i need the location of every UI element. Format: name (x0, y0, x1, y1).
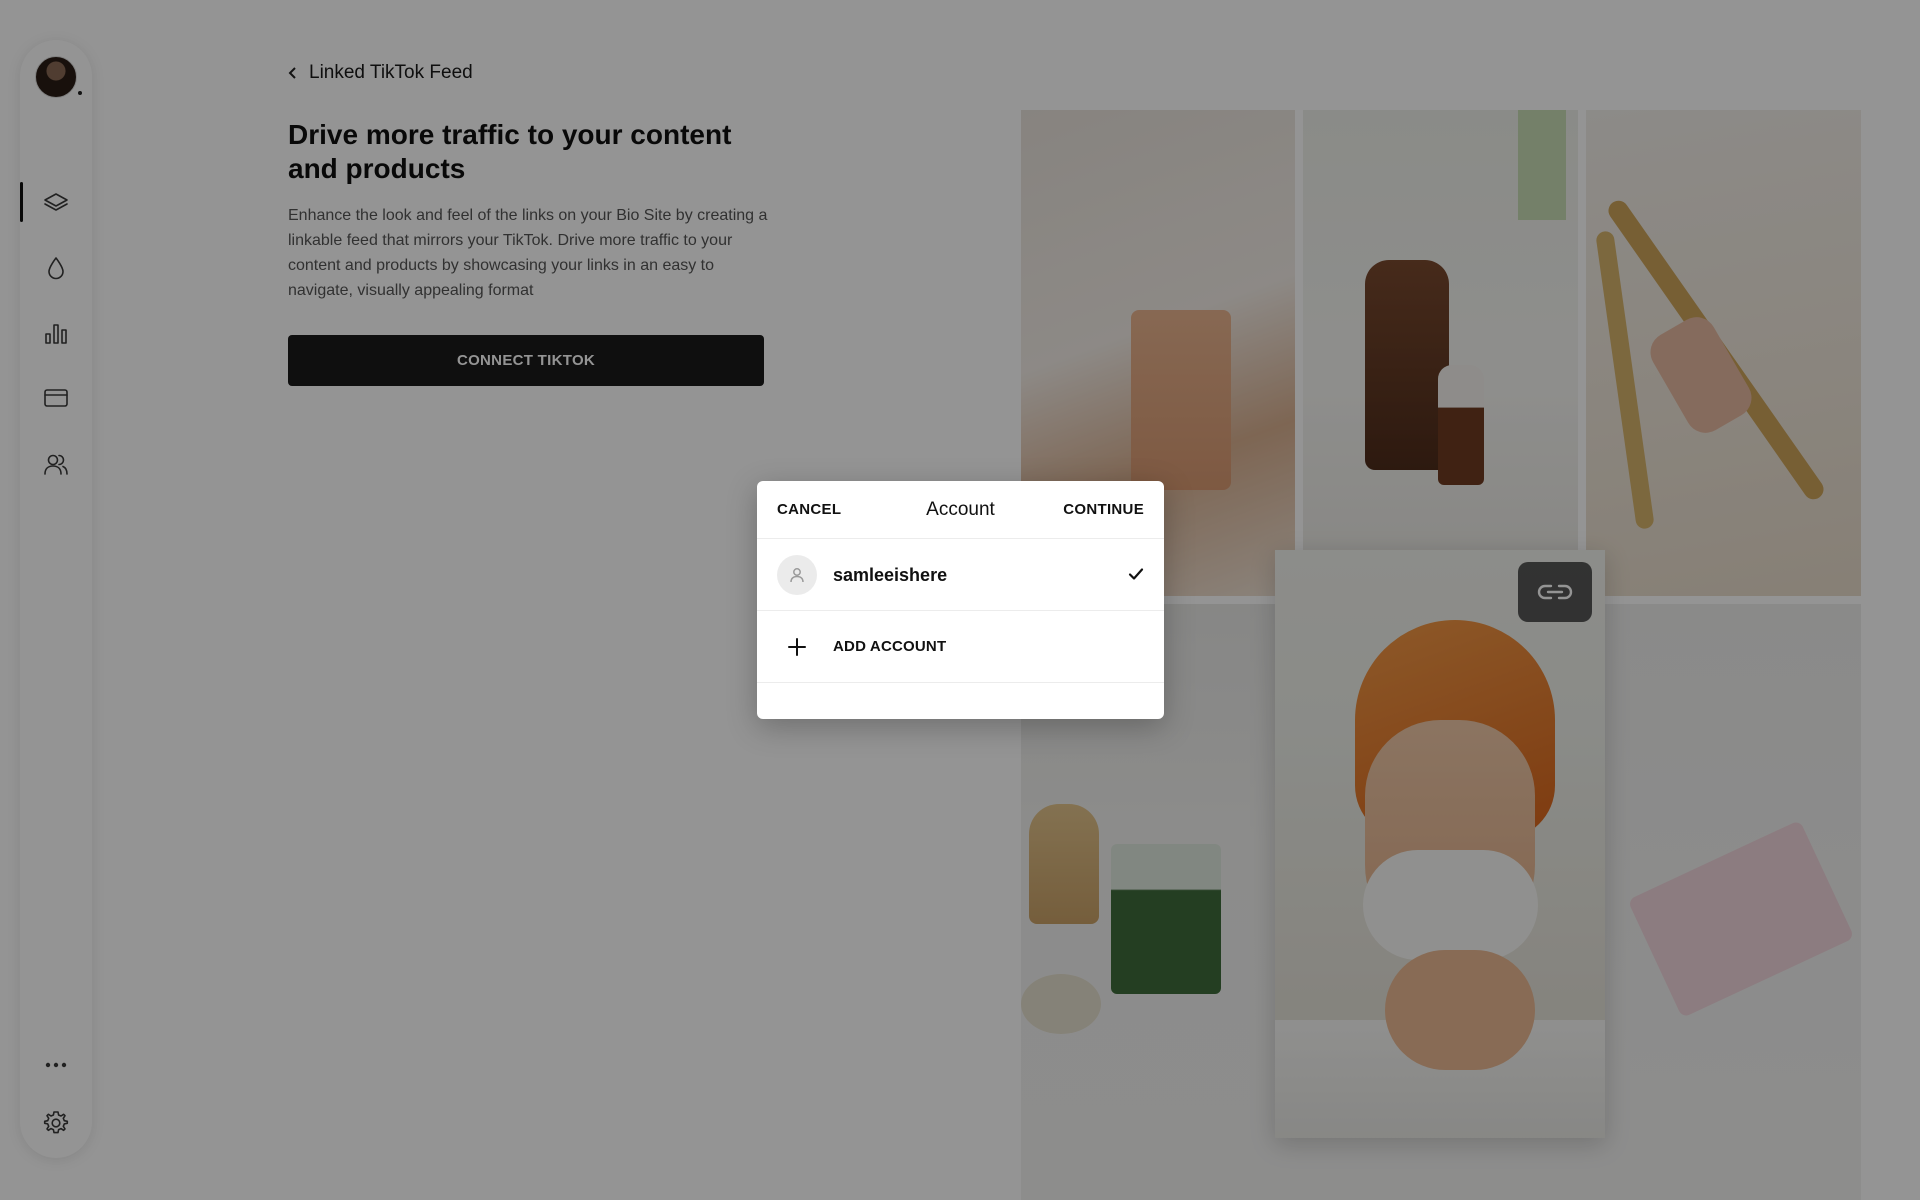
cancel-button[interactable]: CANCEL (777, 481, 841, 539)
continue-button[interactable]: CONTINUE (1063, 481, 1144, 539)
modal-header: CANCEL Account CONTINUE (757, 481, 1164, 539)
account-modal: CANCEL Account CONTINUE samleeishere ADD… (757, 481, 1164, 719)
page: Linked TikTok Feed Drive more traffic to… (0, 0, 1920, 1200)
user-icon (790, 568, 804, 583)
add-account-button[interactable]: ADD ACCOUNT (757, 611, 1164, 683)
plus-icon (787, 637, 807, 657)
account-username: samleeishere (833, 565, 948, 585)
checkmark-icon (1128, 567, 1144, 581)
add-account-label: ADD ACCOUNT (833, 638, 947, 655)
account-row[interactable]: samleeishere (757, 539, 1164, 611)
account-avatar (777, 555, 817, 595)
